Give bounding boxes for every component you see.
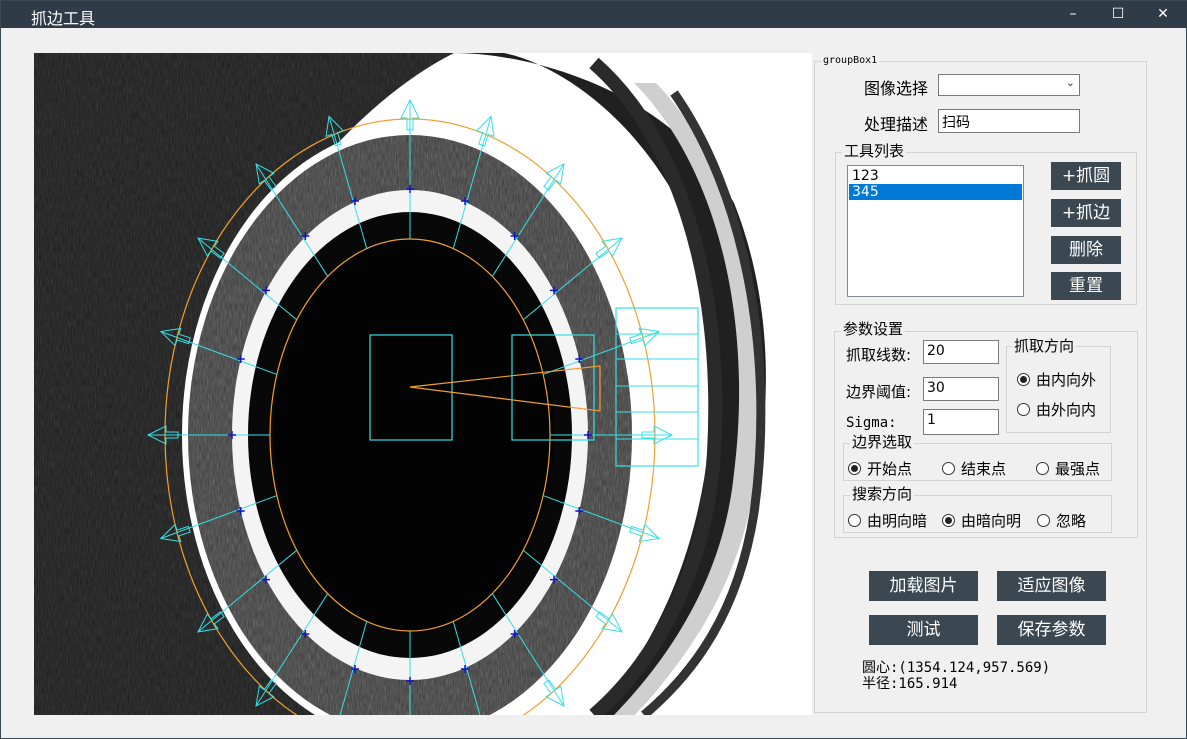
radio-label: 最强点 — [1055, 460, 1101, 478]
radio-ignore[interactable]: 忽略 — [1037, 510, 1086, 531]
radio-unchecked-icon — [1036, 462, 1049, 475]
line-count-label: 抓取线数: — [846, 346, 912, 364]
test-button[interactable]: 测试 — [869, 615, 978, 645]
radio-label: 由内向外 — [1036, 371, 1097, 389]
result-center: 圆心:(1354.124,957.569) — [862, 660, 1051, 676]
grab-direction-title: 抓取方向 — [1012, 337, 1077, 355]
radio-start-point[interactable]: 开始点 — [848, 458, 912, 479]
image-canvas[interactable] — [34, 53, 812, 715]
edge-select-title: 边界选取 — [850, 433, 915, 451]
load-image-button[interactable]: 加载图片 — [869, 571, 978, 601]
process-desc-input[interactable]: 扫码 — [938, 109, 1080, 133]
threshold-input[interactable]: 30 — [923, 377, 999, 401]
window-title: 抓边工具 — [31, 9, 96, 28]
radio-label: 结束点 — [961, 460, 1007, 478]
sigma-label: Sigma: — [846, 415, 897, 431]
sigma-input[interactable]: 1 — [923, 409, 999, 435]
radio-dark-to-bright[interactable]: 由暗向明 — [942, 510, 1021, 531]
threshold-label: 边界阈值: — [846, 383, 912, 401]
close-icon[interactable]: ✕ — [1140, 1, 1186, 28]
radio-unchecked-icon — [848, 514, 861, 527]
radio-label: 由外向内 — [1036, 401, 1097, 419]
save-params-button[interactable]: 保存参数 — [997, 615, 1106, 645]
image-view[interactable] — [34, 53, 812, 715]
radio-checked-icon — [942, 514, 955, 527]
params-title: 参数设置 — [841, 320, 906, 338]
delete-button[interactable]: 删除 — [1051, 236, 1121, 264]
tool-list-title: 工具列表 — [842, 142, 907, 160]
tool-listbox[interactable]: 123 345 — [847, 165, 1024, 297]
part-image — [34, 53, 812, 715]
app-window: 抓边工具 – ☐ ✕ groupBox1 图像选择 ⌄ 处理描述 扫码 工具列表… — [0, 0, 1187, 739]
list-item[interactable]: 123 — [849, 168, 1022, 184]
groupbox-main-title: groupBox1 — [821, 53, 880, 69]
radio-bright-to-dark[interactable]: 由明向暗 — [848, 510, 927, 531]
radio-unchecked-icon — [1017, 403, 1030, 416]
search-direction-title: 搜索方向 — [850, 485, 915, 503]
fit-image-button[interactable]: 适应图像 — [997, 571, 1106, 601]
radio-label: 由暗向明 — [961, 512, 1022, 530]
title-bar: 抓边工具 – ☐ ✕ — [1, 1, 1187, 28]
radio-label: 忽略 — [1056, 512, 1087, 530]
add-circle-button[interactable]: +抓圆 — [1051, 162, 1121, 190]
reset-button[interactable]: 重置 — [1051, 272, 1121, 300]
radio-end-point[interactable]: 结束点 — [942, 458, 1006, 479]
minimize-icon[interactable]: – — [1050, 1, 1096, 28]
add-edge-button[interactable]: +抓边 — [1051, 199, 1121, 227]
radio-unchecked-icon — [1037, 514, 1050, 527]
radio-checked-icon — [848, 462, 861, 475]
chevron-down-icon: ⌄ — [1065, 76, 1075, 89]
image-select-label: 图像选择 — [864, 79, 929, 98]
result-radius: 半径:165.914 — [862, 676, 958, 692]
radio-checked-icon — [1017, 373, 1030, 386]
radio-strongest-point[interactable]: 最强点 — [1036, 458, 1100, 479]
radio-label: 由明向暗 — [867, 512, 928, 530]
process-desc-label: 处理描述 — [864, 115, 929, 134]
line-count-input[interactable]: 20 — [923, 340, 999, 364]
image-select-combobox[interactable]: ⌄ — [938, 74, 1080, 96]
radio-unchecked-icon — [942, 462, 955, 475]
list-item[interactable]: 345 — [849, 184, 1022, 200]
maximize-icon[interactable]: ☐ — [1095, 1, 1141, 28]
radio-outer-to-inner[interactable]: 由外向内 — [1017, 399, 1096, 420]
radio-inner-to-outer[interactable]: 由内向外 — [1017, 369, 1096, 390]
radio-label: 开始点 — [867, 460, 913, 478]
